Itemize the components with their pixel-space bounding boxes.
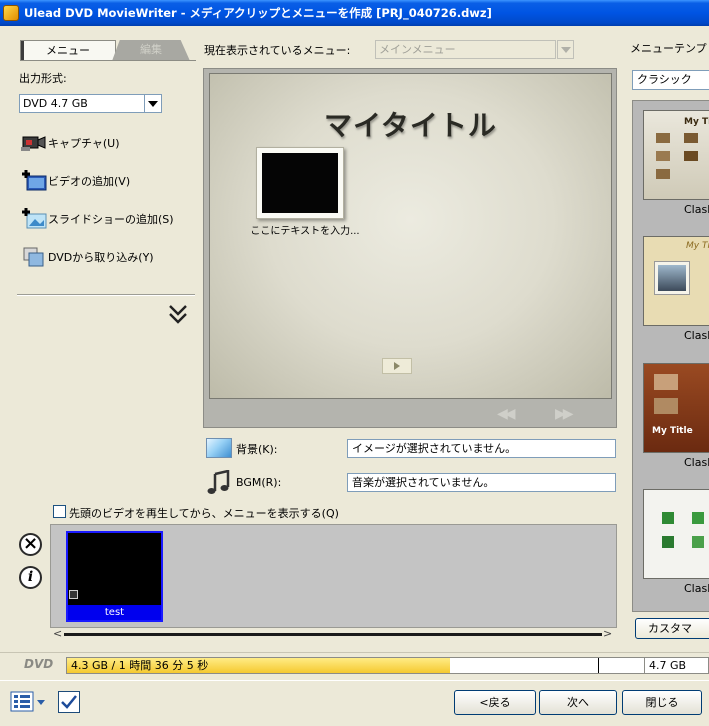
template-category-select[interactable]: クラシック: [632, 70, 709, 90]
template-thumbnail[interactable]: My Title: [643, 363, 709, 453]
background-field[interactable]: イメージが選択されていません。: [347, 439, 616, 458]
background-label: 背景(K):: [236, 443, 278, 456]
clip-scrollbar[interactable]: [64, 633, 602, 636]
tab-edit[interactable]: 編集: [112, 40, 190, 61]
current-menu-dropdown-button[interactable]: [557, 40, 574, 59]
template-thumb-image: [692, 536, 704, 548]
import-from-dvd-button[interactable]: DVDから取り込み(Y): [20, 245, 154, 269]
menu-title-text[interactable]: マイタイトル: [210, 104, 611, 144]
back-button[interactable]: <戻る: [454, 690, 536, 715]
tab-underline: [20, 60, 196, 61]
capture-label: キャプチャ(U): [48, 137, 120, 150]
template-label: Clasl: [684, 582, 709, 595]
capacity-divider: [644, 658, 645, 673]
menu-preview[interactable]: マイタイトル ここにテキストを入力...: [209, 73, 612, 399]
template-label: Clasl: [684, 203, 709, 216]
camcorder-icon: [20, 132, 48, 154]
autoplay-checkbox[interactable]: [53, 505, 66, 518]
background-image-icon[interactable]: [206, 438, 232, 458]
template-thumb-image: [684, 151, 698, 161]
template-thumb-title: My Ti: [686, 241, 709, 251]
clip-thumbnail: [68, 533, 161, 605]
add-video-icon: [20, 170, 48, 192]
view-options-button[interactable]: [9, 690, 47, 714]
bgm-field[interactable]: 音楽が選択されていません。: [347, 473, 616, 492]
chevron-down-icon: [560, 46, 571, 53]
import-from-dvd-label: DVDから取り込み(Y): [48, 251, 154, 264]
capacity-marker: [598, 658, 599, 673]
template-thumbnail[interactable]: My Ti: [643, 236, 709, 326]
output-format-label: 出力形式:: [19, 72, 67, 85]
title-bar: Ulead DVD MovieWriter - メディアクリップとメニューを作成…: [0, 0, 709, 26]
clip-type-icon: [69, 590, 78, 599]
check-icon: [61, 695, 77, 709]
autoplay-label[interactable]: 先頭のビデオを再生してから、メニューを表示する(Q): [69, 505, 339, 521]
template-thumb-image: [684, 133, 698, 143]
check-button[interactable]: [58, 691, 80, 713]
template-thumb-photo: [654, 261, 690, 295]
add-video-button[interactable]: ビデオの追加(V): [20, 169, 130, 193]
template-thumb-image: [656, 169, 670, 179]
scroll-left-icon[interactable]: <: [53, 627, 62, 640]
template-thumb-image: [656, 151, 670, 161]
template-thumb-image: [654, 374, 678, 390]
left-panel-divider: [17, 294, 195, 296]
close-button[interactable]: 閉じる: [622, 690, 702, 715]
double-chevron-down-icon[interactable]: [166, 302, 190, 326]
bgm-label: BGM(R):: [236, 476, 282, 489]
preview-controls: ◀◀ ▶▶: [209, 400, 612, 426]
output-format-dropdown-button[interactable]: [145, 94, 162, 113]
template-thumb-title: My Titl: [684, 117, 709, 127]
capacity-total-text: 4.7 GB: [649, 659, 687, 672]
template-thumb-title: My Title: [652, 426, 693, 436]
output-format-select[interactable]: DVD 4.7 GB: [19, 94, 145, 113]
capture-button[interactable]: キャプチャ(U): [20, 131, 120, 155]
add-slideshow-label: スライドショーの追加(S): [48, 213, 174, 226]
chevron-down-icon: [148, 100, 158, 107]
menu-next-page-button[interactable]: [382, 358, 412, 374]
tab-menu[interactable]: メニュー: [20, 40, 116, 61]
template-thumb-image: [662, 512, 674, 524]
info-icon: i: [27, 569, 34, 585]
add-video-label: ビデオの追加(V): [48, 175, 131, 188]
next-page-icon[interactable]: ▶▶: [555, 406, 573, 422]
template-thumb-image: [654, 398, 678, 414]
app-icon: [3, 5, 19, 21]
template-thumb-image: [658, 265, 686, 291]
menu-thumbnail-frame[interactable]: [256, 147, 344, 219]
previous-page-icon[interactable]: ◀◀: [497, 406, 515, 422]
template-panel-title: メニューテンプレ: [630, 42, 709, 55]
template-label: Clasl: [684, 456, 709, 469]
add-slideshow-icon: [20, 208, 48, 230]
dvd-import-icon: [20, 246, 48, 268]
next-button[interactable]: 次へ: [539, 690, 617, 715]
template-label: Clasl: [684, 329, 709, 342]
window-title: Ulead DVD MovieWriter - メディアクリップとメニューを作成…: [24, 6, 492, 20]
menu-thumbnail: [262, 153, 338, 213]
dvd-label: DVD: [24, 657, 54, 671]
capacity-used-text: 4.3 GB / 1 時間 36 分 5 秒: [71, 659, 209, 672]
template-thumbnail[interactable]: My Titl: [643, 110, 709, 200]
template-thumb-image: [656, 133, 670, 143]
template-thumb-image: [662, 536, 674, 548]
current-menu-select[interactable]: メインメニュー: [375, 40, 556, 59]
music-note-icon[interactable]: [206, 469, 232, 496]
customize-button[interactable]: カスタマ: [635, 618, 709, 639]
template-thumbnail[interactable]: [643, 489, 709, 579]
clip-item[interactable]: test: [66, 531, 163, 622]
close-icon: ×: [22, 533, 39, 554]
template-list[interactable]: My Titl Clasl My Ti Clasl My Title Clasl…: [632, 100, 709, 612]
info-button[interactable]: i: [19, 566, 42, 589]
clip-label: test: [68, 605, 161, 620]
scroll-right-icon[interactable]: >: [603, 627, 612, 640]
current-menu-label: 現在表示されているメニュー:: [204, 44, 351, 57]
template-thumb-image: [692, 512, 704, 524]
remove-button[interactable]: ×: [19, 533, 42, 556]
add-slideshow-button[interactable]: スライドショーの追加(S): [20, 207, 174, 231]
capacity-bar: 4.3 GB / 1 時間 36 分 5 秒 4.7 GB: [66, 657, 709, 674]
menu-thumbnail-caption[interactable]: ここにテキストを入力...: [240, 222, 370, 237]
